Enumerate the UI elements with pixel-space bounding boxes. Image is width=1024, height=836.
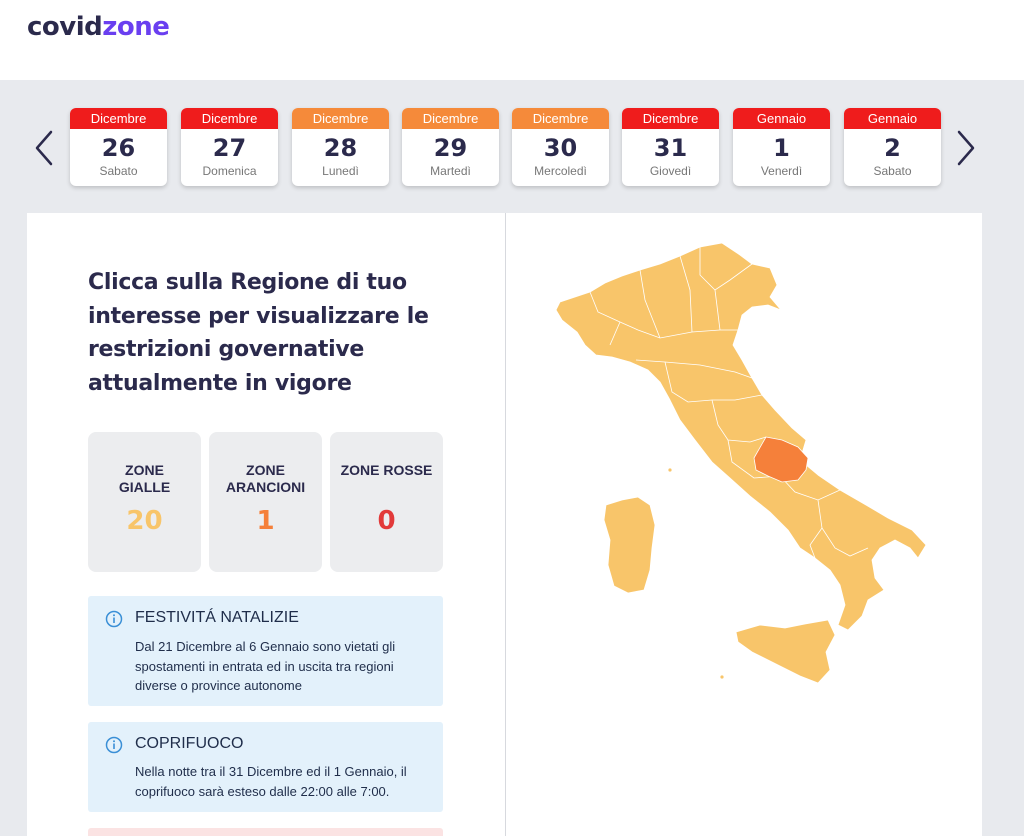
day-card[interactable]: Dicembre 31 Giovedì xyxy=(622,108,719,186)
stat-value: 20 xyxy=(126,506,163,536)
day-month: Dicembre xyxy=(512,108,609,129)
day-card[interactable]: Dicembre 28 Lunedì xyxy=(292,108,389,186)
day-month: Dicembre xyxy=(70,108,167,129)
day-weekday: Mercoledì xyxy=(534,164,587,178)
day-weekday: Martedì xyxy=(430,164,471,178)
chevron-left-icon xyxy=(35,130,53,166)
day-month: Dicembre xyxy=(402,108,499,129)
chevron-right-icon xyxy=(957,130,975,166)
day-number: 1 xyxy=(773,134,790,162)
day-month: Gennaio xyxy=(733,108,830,129)
day-card[interactable]: Gennaio 2 Sabato xyxy=(844,108,941,186)
notice-body: Dal 21 Dicembre al 6 Gennaio sono vietat… xyxy=(135,639,396,693)
day-number: 2 xyxy=(884,134,901,162)
day-number: 27 xyxy=(212,134,247,162)
page-title: Clicca sulla Regione di tuo interesse pe… xyxy=(88,270,429,396)
stat-label: ZONE ARANCIONI xyxy=(225,462,306,495)
day-weekday: Sabato xyxy=(873,164,912,178)
stat-red-zones: ZONE ROSSE 0 xyxy=(330,432,443,572)
stat-orange-zones: ZONE ARANCIONI 1 xyxy=(209,432,322,572)
next-days-button[interactable] xyxy=(952,128,978,168)
day-card[interactable]: Gennaio 1 Venerdì xyxy=(733,108,830,186)
logo-part-covid: covid xyxy=(27,12,103,42)
day-number: 28 xyxy=(323,134,358,162)
stat-value: 0 xyxy=(377,506,396,536)
stat-label: ZONE ROSSE xyxy=(340,462,433,478)
day-weekday: Venerdì xyxy=(760,164,803,178)
day-card[interactable]: Dicembre 30 Mercoledì xyxy=(512,108,609,186)
day-number: 31 xyxy=(653,134,688,162)
notice-body: Nella notte tra il 31 Dicembre ed il 1 G… xyxy=(135,764,407,799)
day-number: 26 xyxy=(101,134,136,162)
stat-value: 1 xyxy=(256,506,275,536)
day-weekday: Lunedì xyxy=(322,164,359,178)
logo[interactable]: covidzone xyxy=(27,12,170,42)
day-month: Dicembre xyxy=(622,108,719,129)
map-region-sardinia[interactable] xyxy=(603,496,656,594)
notice-title: COPRIFUOCO xyxy=(135,735,244,752)
panel-divider xyxy=(505,213,506,836)
day-number: 29 xyxy=(433,134,468,162)
day-number: 30 xyxy=(543,134,578,162)
map-island xyxy=(719,674,725,680)
notice-title: FESTIVITÁ NATALIZIE xyxy=(135,609,299,626)
day-month: Gennaio xyxy=(844,108,941,129)
info-icon xyxy=(105,736,123,754)
stat-label: ZONE GIALLE xyxy=(118,462,171,495)
notice-partial xyxy=(88,828,443,836)
day-card[interactable]: Dicembre 27 Domenica xyxy=(181,108,278,186)
logo-part-zone: zone xyxy=(102,12,170,42)
day-month: Dicembre xyxy=(181,108,278,129)
top-bar: covidzone xyxy=(0,0,1024,80)
map-island xyxy=(667,467,673,473)
stat-yellow-zones: ZONE GIALLE 20 xyxy=(88,432,201,572)
prev-days-button[interactable] xyxy=(32,128,58,168)
notice-holidays: FESTIVITÁ NATALIZIE Dal 21 Dicembre al 6… xyxy=(88,596,443,706)
day-weekday: Giovedì xyxy=(649,164,692,178)
day-card[interactable]: Dicembre 29 Martedì xyxy=(402,108,499,186)
day-weekday: Domenica xyxy=(202,164,257,178)
day-weekday: Sabato xyxy=(99,164,138,178)
day-card[interactable]: Dicembre 26 Sabato xyxy=(70,108,167,186)
day-month: Dicembre xyxy=(292,108,389,129)
info-icon xyxy=(105,610,123,628)
notice-curfew: COPRIFUOCO Nella notte tra il 31 Dicembr… xyxy=(88,722,443,812)
map-region-sicily[interactable] xyxy=(735,619,836,684)
italy-map xyxy=(555,242,927,684)
